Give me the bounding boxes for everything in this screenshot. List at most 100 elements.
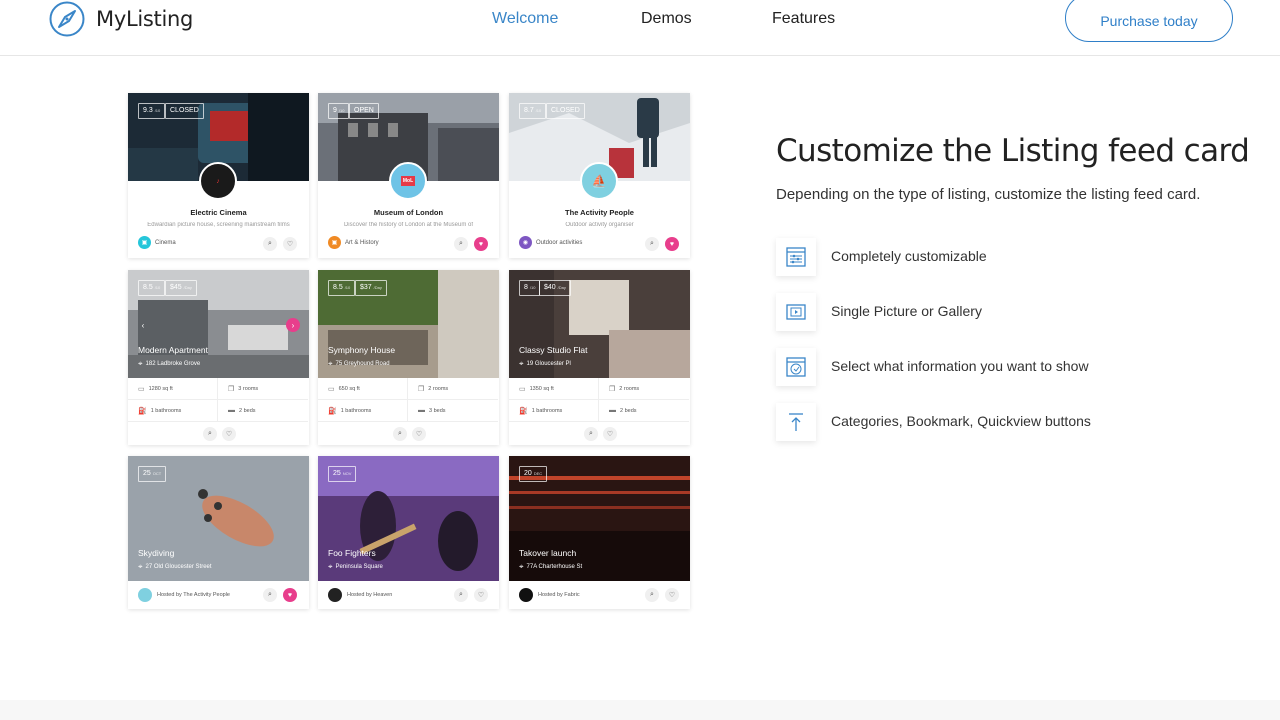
heart-icon: ♡ [606, 431, 614, 438]
price-tag: $40 /Day [539, 280, 571, 296]
quickview-button[interactable]: ⌕ [203, 427, 217, 441]
gallery-prev-button[interactable]: ‹ [136, 318, 150, 332]
category-label: Cinema [155, 239, 176, 246]
sailboat-icon: ⛵ [591, 174, 607, 188]
spec-rooms-value: 3 rooms [238, 385, 259, 392]
spec-area-value: 1280 sq ft [148, 385, 173, 392]
host-avatar [138, 588, 152, 602]
event-card[interactable]: 25 NOV Foo Fighters Peninsula Square Hos… [318, 456, 499, 609]
bookmark-button[interactable]: ♡ [474, 588, 488, 602]
logo[interactable]: MyListing [48, 0, 193, 38]
avatar-logo: ♪ [216, 177, 220, 185]
listing-card[interactable]: 8.5 /10 $37 /Day Symphony House 75 Greyh… [318, 270, 499, 445]
bookmark-button[interactable]: ♥ [474, 237, 488, 251]
category-icon: ◉ [519, 236, 532, 249]
bookmark-button[interactable]: ♡ [283, 237, 297, 251]
status-badge: OPEN [349, 103, 379, 119]
bookmark-button[interactable]: ♥ [283, 588, 297, 602]
bookmark-button[interactable]: ♡ [412, 427, 426, 441]
bookmark-button[interactable]: ♥ [665, 237, 679, 251]
quickview-button[interactable]: ⌕ [454, 237, 468, 251]
date-month: NOV [342, 471, 352, 476]
rating-value: 8.5 [333, 284, 343, 291]
spec-bathrooms-value: 1 bathrooms [150, 407, 182, 414]
bookmark-button[interactable]: ♡ [603, 427, 617, 441]
rating-value: 8.7 [524, 107, 534, 114]
calendar-icon: ▭ [519, 385, 526, 393]
spec-area: ▭ 1350 sq ft [509, 378, 599, 400]
bed-icon: ▬ [418, 407, 425, 414]
feature-label: Completely customizable [831, 248, 987, 264]
date-month: DEC [533, 471, 543, 476]
quickview-button[interactable]: ⌕ [263, 237, 277, 251]
card-description: Outdoor activity organiser [565, 222, 634, 228]
spec-bathrooms: ⛽ 1 bathrooms [509, 400, 599, 422]
feature-label: Single Picture or Gallery [831, 303, 982, 319]
search-icon: ⌕ [650, 240, 654, 247]
spec-beds: ▬ 2 beds [218, 400, 308, 422]
search-icon: ⌕ [459, 591, 463, 598]
upload-arrow-icon [789, 413, 803, 431]
quickview-button[interactable]: ⌕ [584, 427, 598, 441]
price-value: $45 [170, 284, 182, 291]
card-title: Modern Apartment [138, 345, 208, 355]
avatar: ⛵ [580, 162, 618, 200]
nav-demos[interactable]: Demos [641, 0, 692, 38]
spec-bathrooms-value: 1 bathrooms [340, 407, 372, 414]
date-day: 25 [143, 470, 151, 477]
spec-area-value: 650 sq ft [338, 385, 360, 392]
category-icon: ▣ [328, 236, 341, 249]
feature-icon-box [776, 238, 816, 276]
spec-rooms: ❐ 3 rooms [218, 378, 308, 400]
card-address: 27 Old Gloucester Street [138, 562, 212, 572]
nav-features[interactable]: Features [772, 0, 835, 38]
heart-icon: ♡ [286, 241, 294, 248]
rating-tag: 8.5 /10 [328, 280, 356, 296]
rating-unit: /10 [344, 285, 351, 290]
card-title: Electric Cinema [190, 208, 247, 217]
card-address: 75 Greyhound Road [328, 359, 390, 369]
status-badge: CLOSED [546, 103, 585, 119]
gallery-next-button[interactable]: › [286, 318, 300, 332]
listing-card[interactable]: 9 /10 OPEN MoL Museum of London Discover… [318, 93, 499, 258]
category-chip[interactable]: ◉ Outdoor activities [519, 236, 582, 249]
host-avatar [519, 588, 533, 602]
spec-rooms: ❐ 2 rooms [408, 378, 498, 400]
spec-bathrooms: ⛽ 1 bathrooms [128, 400, 218, 422]
logo-text: MyListing [96, 7, 194, 31]
quickview-button[interactable]: ⌕ [454, 588, 468, 602]
search-icon: ⌕ [268, 240, 272, 247]
purchase-button[interactable]: Purchase today [1065, 0, 1233, 42]
quickview-button[interactable]: ⌕ [645, 588, 659, 602]
listing-card[interactable]: 9.3 /10 CLOSED ♪ Electric Cinema Edwardi… [128, 93, 309, 258]
heart-icon: ♥ [478, 240, 484, 248]
event-card[interactable]: 25 OCT Skydiving 27 Old Gloucester Stree… [128, 456, 309, 609]
date-month: OCT [152, 471, 162, 476]
rating-value: 8 [524, 284, 528, 291]
category-chip[interactable]: ▣ Cinema [138, 236, 176, 249]
avatar: ♪ [199, 162, 237, 200]
listing-card[interactable]: 8.7 /10 CLOSED ⛵ The Activity People Out… [509, 93, 690, 258]
card-title: Skydiving [138, 548, 175, 558]
spec-beds: ▬ 3 beds [408, 400, 498, 422]
rating-tag: 9.3 /10 [138, 103, 166, 119]
listing-card[interactable]: 8 /10 $40 /Day Classy Studio Flat 19 Glo… [509, 270, 690, 445]
quickview-button[interactable]: ⌕ [645, 237, 659, 251]
bookmark-button[interactable]: ♡ [665, 588, 679, 602]
quickview-button[interactable]: ⌕ [263, 588, 277, 602]
event-card[interactable]: 20 DEC Takover launch 77A Charterhouse S… [509, 456, 690, 609]
category-icon: ▣ [138, 236, 151, 249]
nav-welcome[interactable]: Welcome [492, 0, 558, 38]
listing-card[interactable]: 8.5 /10 $45 /Day ‹ › Modern Apartment 18… [128, 270, 309, 445]
category-chip[interactable]: ▣ Art & History [328, 236, 379, 249]
rating-value: 8.5 [143, 284, 153, 291]
spec-area-value: 1350 sq ft [529, 385, 554, 392]
calendar-icon: ▭ [328, 385, 335, 393]
quickview-button[interactable]: ⌕ [393, 427, 407, 441]
rooms-icon: ❐ [609, 385, 616, 393]
bath-icon: ⛽ [519, 407, 528, 415]
bookmark-button[interactable]: ♡ [222, 427, 236, 441]
search-icon: ⌕ [398, 430, 402, 437]
card-description: Discover the history of London at the Mu… [343, 222, 474, 228]
section-subtitle: Depending on the type of listing, custom… [776, 186, 1201, 203]
